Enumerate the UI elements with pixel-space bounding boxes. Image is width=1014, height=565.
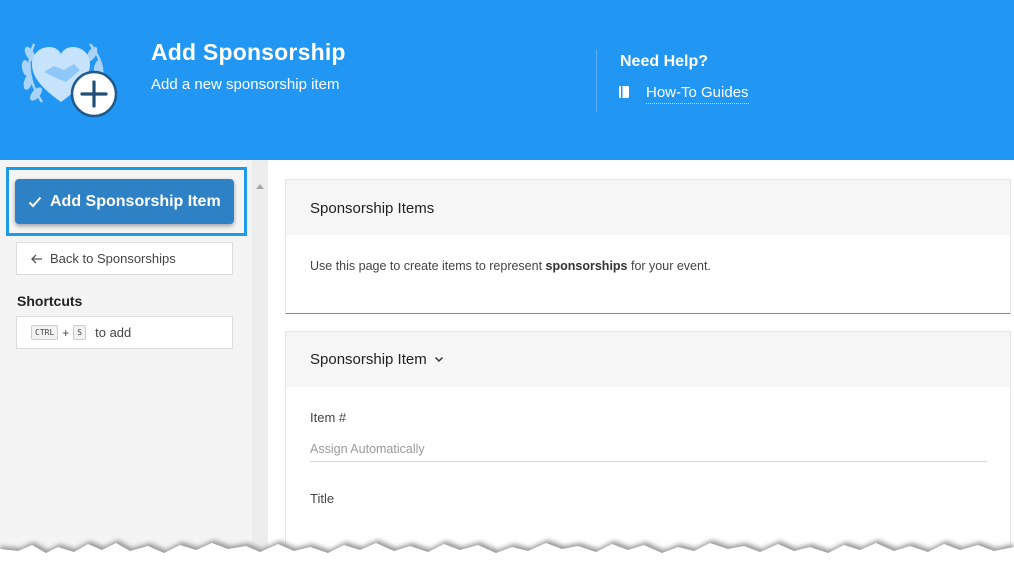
shortcut-action: to add xyxy=(95,325,132,340)
book-icon xyxy=(618,85,630,99)
back-to-sponsorships-label: Back to Sponsorships xyxy=(50,251,176,266)
card-description: Use this page to create items to represe… xyxy=(310,259,711,273)
ctrl-key: CTRL xyxy=(31,325,59,340)
add-sponsorship-item-label: Add Sponsorship Item xyxy=(50,192,221,210)
sponsorship-item-toggle[interactable]: Sponsorship Item xyxy=(310,351,444,368)
back-to-sponsorships-button[interactable]: Back to Sponsorships xyxy=(16,242,233,275)
shortcut-plus: + xyxy=(62,325,70,340)
sidebar-scrollbar[interactable] xyxy=(252,160,268,565)
card-title: Sponsorship Item xyxy=(310,351,427,368)
scroll-up-arrow-icon[interactable] xyxy=(256,184,264,189)
sponsorship-logo-icon xyxy=(20,32,120,122)
help-title: Need Help? xyxy=(620,53,709,70)
header-divider xyxy=(596,50,597,112)
item-number-input[interactable] xyxy=(310,436,987,462)
card-title: Sponsorship Items xyxy=(310,200,435,217)
page-title: Add Sponsorship xyxy=(151,39,346,65)
card-header[interactable]: Sponsorship Item xyxy=(286,332,1010,387)
title-label: Title xyxy=(310,491,335,506)
s-key: S xyxy=(73,325,87,340)
page-subtitle: Add a new sponsorship item xyxy=(151,76,340,93)
torn-edge-decoration xyxy=(0,528,1014,565)
checkmark-icon xyxy=(28,196,42,207)
how-to-guides-link[interactable]: How-To Guides xyxy=(646,84,749,104)
chevron-down-icon xyxy=(434,356,443,363)
add-sponsorship-item-button[interactable]: Add Sponsorship Item xyxy=(15,179,234,224)
shortcut-hint: CTRL + S to add xyxy=(16,316,233,349)
item-number-label: Item # xyxy=(310,410,347,425)
arrow-left-icon xyxy=(31,254,42,263)
shortcuts-heading: Shortcuts xyxy=(17,293,83,309)
card-header: Sponsorship Items xyxy=(286,180,1010,235)
page-header: Add Sponsorship Add a new sponsorship it… xyxy=(0,0,1014,160)
sponsorship-items-card: Sponsorship Items Use this page to creat… xyxy=(285,179,1011,314)
